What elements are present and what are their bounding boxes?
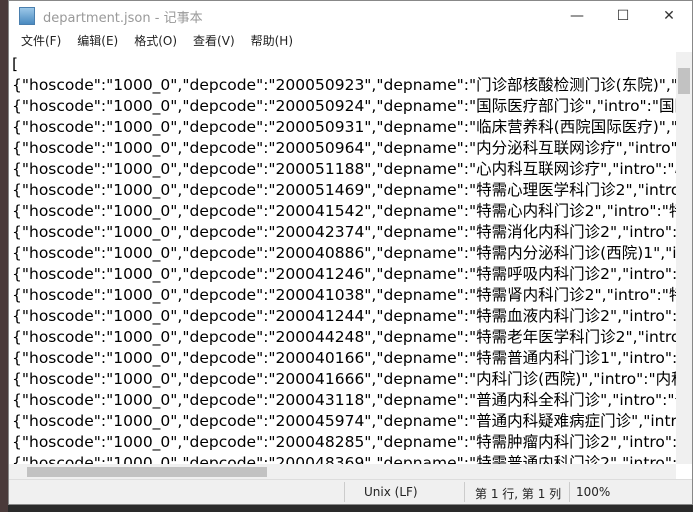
text-line: {"hoscode":"1000_0","depcode":"200043118… bbox=[12, 391, 676, 409]
scroll-thumb[interactable] bbox=[678, 68, 690, 94]
text-line: {"hoscode":"1000_0","depcode":"200051469… bbox=[12, 181, 676, 199]
menu-bar: 文件(F) 编辑(E) 格式(O) 查看(V) 帮助(H) bbox=[9, 31, 692, 51]
text-line: {"hoscode":"1000_0","depcode":"200040886… bbox=[12, 244, 676, 262]
text-line: {"hoscode":"1000_0","depcode":"200050931… bbox=[12, 118, 676, 136]
text-line: {"hoscode":"1000_0","depcode":"200048369… bbox=[12, 454, 676, 464]
notepad-icon bbox=[19, 7, 35, 25]
horizontal-scrollbar[interactable] bbox=[9, 464, 676, 480]
text-line: {"hoscode":"1000_0","depcode":"200050964… bbox=[12, 139, 676, 157]
text-line: {"hoscode":"1000_0","depcode":"200048285… bbox=[12, 433, 676, 451]
menu-file[interactable]: 文件(F) bbox=[13, 31, 69, 51]
text-line: {"hoscode":"1000_0","depcode":"200041246… bbox=[12, 265, 676, 283]
text-line: {"hoscode":"1000_0","depcode":"200040166… bbox=[12, 349, 676, 367]
minimize-button[interactable]: — bbox=[554, 1, 600, 31]
text-line: {"hoscode":"1000_0","depcode":"200041038… bbox=[12, 286, 676, 304]
text-line: {"hoscode":"1000_0","depcode":"200042374… bbox=[12, 223, 676, 241]
close-button[interactable]: ✕ bbox=[646, 1, 692, 31]
menu-format[interactable]: 格式(O) bbox=[126, 31, 185, 51]
text-line: {"hoscode":"1000_0","depcode":"200050924… bbox=[12, 97, 676, 115]
text-line: {"hoscode":"1000_0","depcode":"200041244… bbox=[12, 307, 676, 325]
menu-view[interactable]: 查看(V) bbox=[185, 31, 243, 51]
title-bar: department.json - 记事本 — ☐ ✕ bbox=[9, 1, 692, 31]
maximize-button[interactable]: ☐ bbox=[600, 1, 646, 31]
window-title: department.json - 记事本 bbox=[43, 10, 203, 26]
text-line: {"hoscode":"1000_0","depcode":"200044248… bbox=[12, 328, 676, 346]
text-editor[interactable]: [ {"hoscode":"1000_0","depcode":"20005092… bbox=[9, 52, 676, 464]
line-ending: Unix (LF) bbox=[364, 485, 418, 499]
vertical-scrollbar[interactable] bbox=[676, 52, 692, 464]
menu-help[interactable]: 帮助(H) bbox=[243, 31, 301, 51]
text-line: {"hoscode":"1000_0","depcode":"200041542… bbox=[12, 202, 676, 220]
desktop-background bbox=[0, 0, 8, 512]
text-line: [ bbox=[12, 55, 19, 73]
scroll-thumb[interactable] bbox=[27, 467, 267, 477]
text-line: {"hoscode":"1000_0","depcode":"200041666… bbox=[12, 370, 676, 388]
text-line: {"hoscode":"1000_0","depcode":"200050923… bbox=[12, 76, 676, 94]
zoom-level: 100% bbox=[576, 485, 611, 499]
menu-edit[interactable]: 编辑(E) bbox=[69, 31, 126, 51]
notepad-window: department.json - 记事本 — ☐ ✕ 文件(F) 编辑(E) … bbox=[8, 0, 693, 505]
cursor-position: 第 1 行, 第 1 列 bbox=[475, 487, 562, 501]
text-line: {"hoscode":"1000_0","depcode":"200051188… bbox=[12, 160, 676, 178]
text-line: {"hoscode":"1000_0","depcode":"200045974… bbox=[12, 412, 676, 430]
status-bar: Unix (LF) 第 1 行, 第 1 列 100% bbox=[9, 479, 692, 504]
